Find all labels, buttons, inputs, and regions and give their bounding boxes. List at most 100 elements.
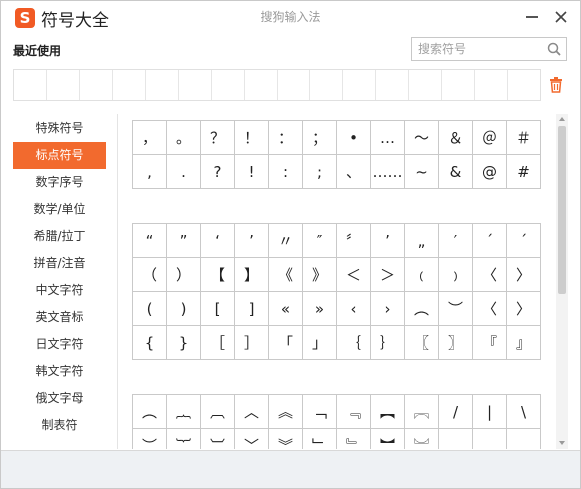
symbol-cell[interactable]: :: [269, 155, 303, 189]
symbol-cell[interactable]: ″: [303, 224, 337, 258]
sidebar-item[interactable]: 希腊/拉丁: [13, 223, 106, 250]
symbol-cell[interactable]: 〖: [405, 326, 439, 360]
sidebar-item[interactable]: 韩文字符: [13, 358, 106, 385]
symbol-cell[interactable]: /: [439, 395, 473, 429]
recent-symbol-slot[interactable]: [343, 70, 377, 100]
symbol-cell[interactable]: ︵: [133, 395, 167, 429]
symbol-cell[interactable]: «: [269, 292, 303, 326]
symbol-cell[interactable]: 〗: [439, 326, 473, 360]
symbol-cell[interactable]: ﹃: [337, 395, 371, 429]
sidebar-item[interactable]: 标点符号: [13, 142, 106, 169]
symbol-cell[interactable]: ，: [133, 121, 167, 155]
symbol-cell[interactable]: ︻: [371, 395, 405, 429]
symbol-cell[interactable]: ´: [473, 224, 507, 258]
symbol-cell[interactable]: 》: [303, 258, 337, 292]
symbol-cell[interactable]: ＜: [337, 258, 371, 292]
scroll-up-icon[interactable]: [556, 114, 568, 124]
symbol-cell[interactable]: ︶: [133, 429, 167, 449]
sidebar-item[interactable]: 数字序号: [13, 169, 106, 196]
symbol-cell[interactable]: »: [303, 292, 337, 326]
symbol-cell[interactable]: {: [133, 326, 167, 360]
symbol-cell[interactable]: ︷: [167, 395, 201, 429]
symbol-cell[interactable]: 【: [201, 258, 235, 292]
symbol-cell[interactable]: #: [507, 155, 541, 189]
symbol-cell[interactable]: 』: [507, 326, 541, 360]
symbol-cell[interactable]: 《: [269, 258, 303, 292]
symbol-cell[interactable]: ＆: [439, 121, 473, 155]
symbol-cell[interactable]: ,: [133, 155, 167, 189]
symbol-cell[interactable]: ”: [167, 224, 201, 258]
symbol-cell[interactable]: ~: [405, 155, 439, 189]
symbol-cell[interactable]: 〈: [473, 258, 507, 292]
symbol-cell[interactable]: 】: [235, 258, 269, 292]
recent-symbol-slot[interactable]: [376, 70, 410, 100]
symbol-cell[interactable]: “: [133, 224, 167, 258]
symbol-cell[interactable]: ｛: [337, 326, 371, 360]
symbol-cell[interactable]: ？: [201, 121, 235, 155]
symbol-cell[interactable]: 〉: [507, 292, 541, 326]
symbol-cell[interactable]: }: [167, 326, 201, 360]
symbol-cell[interactable]: 、: [337, 155, 371, 189]
symbol-cell[interactable]: ；: [303, 121, 337, 155]
symbol-cell[interactable]: ‹: [337, 292, 371, 326]
symbol-cell[interactable]: [507, 429, 541, 449]
recent-symbol-slot[interactable]: [80, 70, 113, 100]
symbol-cell[interactable]: (: [133, 292, 167, 326]
sidebar-item[interactable]: 日文字符: [13, 331, 106, 358]
symbol-cell[interactable]: .: [167, 155, 201, 189]
symbol-cell[interactable]: ︘: [405, 429, 439, 449]
symbol-cell[interactable]: ……: [371, 155, 405, 189]
symbol-cell[interactable]: [: [201, 292, 235, 326]
symbol-cell[interactable]: |: [473, 395, 507, 429]
scroll-thumb[interactable]: [558, 126, 566, 294]
sidebar-item[interactable]: 数学/单位: [13, 196, 106, 223]
recent-symbol-slot[interactable]: [442, 70, 476, 100]
symbol-cell[interactable]: [473, 429, 507, 449]
symbol-cell[interactable]: ›: [371, 292, 405, 326]
symbol-cell[interactable]: （: [133, 258, 167, 292]
recent-symbol-slot[interactable]: [278, 70, 311, 100]
sidebar-item[interactable]: 英文音标: [13, 304, 106, 331]
symbol-cell[interactable]: \: [507, 395, 541, 429]
symbol-cell[interactable]: 「: [269, 326, 303, 360]
symbol-cell[interactable]: ‘: [201, 224, 235, 258]
symbol-cell[interactable]: ［: [201, 326, 235, 360]
symbol-cell[interactable]: ＞: [371, 258, 405, 292]
symbol-cell[interactable]: ︽: [269, 395, 303, 429]
minimize-button[interactable]: [521, 6, 543, 28]
sidebar-item[interactable]: 制表符: [13, 412, 106, 439]
symbol-cell[interactable]: ︿: [235, 395, 269, 429]
scroll-down-icon[interactable]: [556, 438, 568, 448]
symbol-cell[interactable]: ﹀: [235, 429, 269, 449]
search-box[interactable]: [411, 37, 567, 61]
symbol-cell[interactable]: ︸: [167, 429, 201, 449]
symbol-cell[interactable]: [439, 429, 473, 449]
symbol-cell[interactable]: 〞: [337, 224, 371, 258]
symbol-cell[interactable]: 『: [473, 326, 507, 360]
recent-symbol-slot[interactable]: [146, 70, 179, 100]
symbol-cell[interactable]: …: [371, 121, 405, 155]
recent-symbol-slot[interactable]: [212, 70, 245, 100]
symbol-cell[interactable]: ：: [269, 121, 303, 155]
symbol-cell[interactable]: •: [337, 121, 371, 155]
symbol-cell[interactable]: ︼: [371, 429, 405, 449]
symbol-cell[interactable]: !: [235, 155, 269, 189]
symbol-cell[interactable]: ′: [439, 224, 473, 258]
symbol-cell[interactable]: ］: [235, 326, 269, 360]
recent-symbol-slot[interactable]: [245, 70, 278, 100]
symbol-cell[interactable]: ︹: [201, 395, 235, 429]
symbol-cell[interactable]: 〃: [269, 224, 303, 258]
symbol-cell[interactable]: ]: [235, 292, 269, 326]
trash-icon[interactable]: [549, 77, 563, 93]
recent-symbol-slot[interactable]: [508, 70, 540, 100]
recent-symbol-slot[interactable]: [113, 70, 146, 100]
symbol-cell[interactable]: ︗: [405, 395, 439, 429]
symbol-cell[interactable]: ˊ: [507, 224, 541, 258]
scrollbar[interactable]: [556, 114, 568, 449]
sidebar-item[interactable]: 特殊符号: [13, 115, 106, 142]
symbol-cell[interactable]: ）: [167, 258, 201, 292]
search-icon[interactable]: [547, 42, 561, 56]
symbol-cell[interactable]: ～: [405, 121, 439, 155]
recent-symbol-slot[interactable]: [47, 70, 80, 100]
recent-symbol-slot[interactable]: [310, 70, 344, 100]
